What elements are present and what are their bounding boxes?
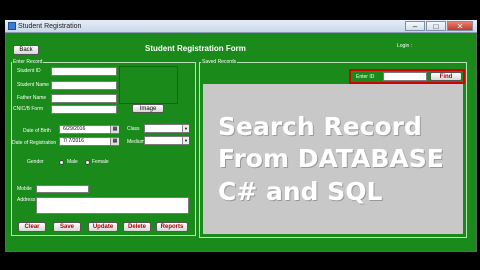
save-button[interactable]: Save (53, 222, 81, 232)
student-id-label: Student ID (17, 68, 41, 74)
enter-record-title: Enter Record (12, 59, 44, 65)
medium-label: Medium (127, 139, 145, 145)
saved-records-title: Saved Records (201, 59, 238, 65)
app-icon (8, 22, 16, 30)
delete-button[interactable]: Delete (123, 222, 151, 232)
form-title: Student Registration Form (145, 44, 246, 53)
search-id-input[interactable] (383, 72, 427, 81)
male-radio[interactable] (59, 160, 64, 165)
class-label: Class (127, 126, 140, 132)
enter-id-label: Enter ID (356, 74, 375, 80)
address-input[interactable] (36, 197, 189, 214)
gender-label: Gender (27, 159, 44, 165)
mobile-input[interactable] (36, 185, 89, 193)
back-button[interactable]: Back (13, 45, 39, 55)
female-label: Female (92, 159, 109, 165)
minimize-button[interactable]: – (405, 21, 425, 31)
dor-label: Date of Registration (12, 140, 57, 146)
dob-value: 6/29/2016 (63, 126, 86, 132)
update-button[interactable]: Update (88, 222, 118, 232)
cnic-label: CNIC/B Form (13, 106, 43, 112)
maximize-button[interactable]: □ (426, 21, 446, 31)
student-name-label: Student Name (17, 82, 49, 88)
image-button[interactable]: Image (132, 104, 164, 113)
reports-button[interactable]: Reports (156, 222, 188, 232)
login-label: Login : (397, 43, 413, 49)
cnic-input[interactable] (51, 105, 117, 114)
overlay-line-2: From DATABASE (218, 144, 444, 173)
father-name-label: Father Name (17, 95, 47, 101)
close-button[interactable]: ✕ (447, 21, 473, 31)
student-name-input[interactable] (51, 81, 117, 90)
male-label: Male (67, 159, 78, 165)
window-title: Student Registration (18, 23, 82, 30)
calendar-icon[interactable]: ▦ (110, 126, 119, 133)
dob-label: Date of Birth (23, 128, 51, 134)
address-label: Address (17, 197, 36, 203)
dor-value: 7/ 7/2016 (63, 138, 84, 144)
chevron-down-icon[interactable]: ▼ (182, 137, 189, 144)
student-id-input[interactable] (51, 67, 117, 76)
student-photo-box (119, 66, 178, 104)
female-radio[interactable] (85, 160, 90, 165)
calendar-icon[interactable]: ▦ (110, 138, 119, 145)
overlay-line-3: C# and SQL (218, 177, 383, 206)
overlay-line-1: Search Record (218, 112, 422, 141)
chevron-down-icon[interactable]: ▼ (182, 125, 189, 132)
father-name-input[interactable] (51, 94, 117, 103)
find-button[interactable]: Find (430, 72, 462, 81)
clear-button[interactable]: Clear (18, 222, 46, 232)
